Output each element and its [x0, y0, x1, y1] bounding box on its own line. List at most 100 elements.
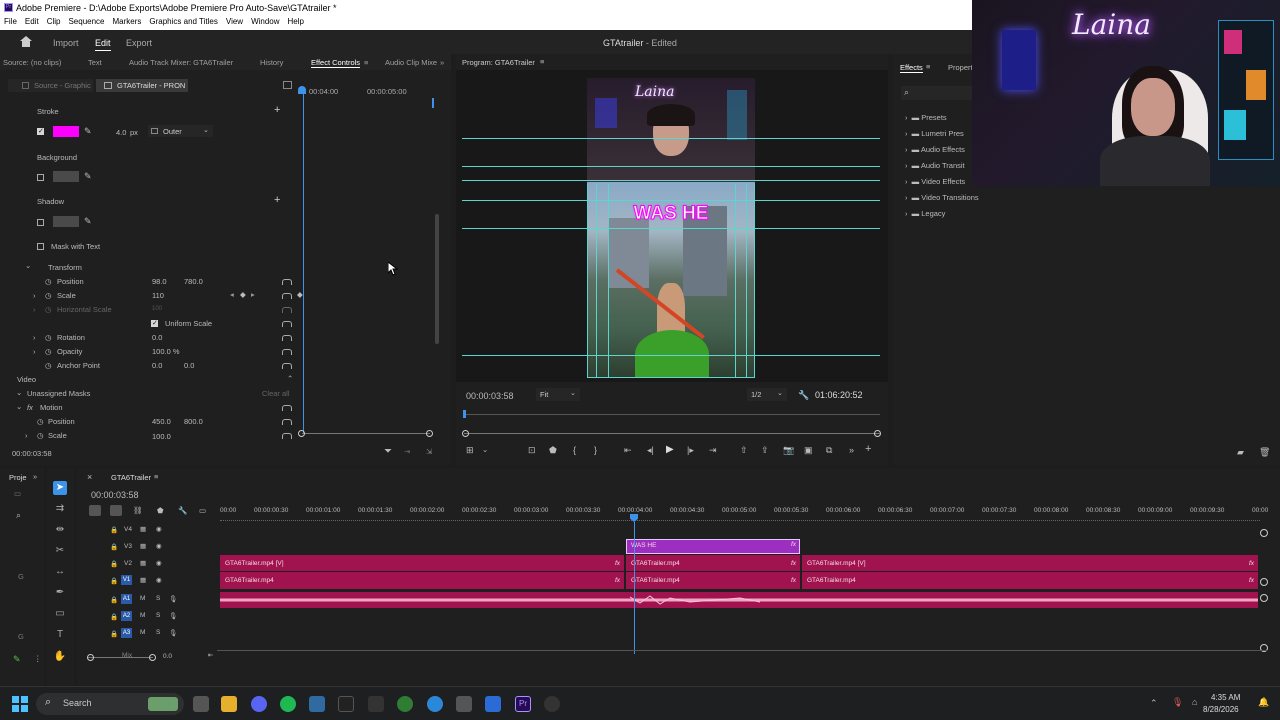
track-a2[interactable]: A2	[121, 611, 132, 621]
eyedropper-icon[interactable]: ✎	[84, 171, 92, 182]
reset-icon[interactable]	[282, 279, 292, 285]
app-icon[interactable]	[485, 696, 501, 712]
zoom-handle-right[interactable]	[149, 654, 156, 661]
chevron-right-icon[interactable]: »	[33, 472, 37, 481]
app-icon[interactable]	[544, 696, 560, 712]
solo-icon[interactable]: S	[156, 629, 160, 636]
zoom-handle-left[interactable]	[462, 430, 469, 437]
background-color-swatch[interactable]	[53, 171, 79, 182]
add-button-icon[interactable]: +	[865, 443, 871, 455]
step-back-icon[interactable]: ◂|	[647, 445, 654, 456]
discord-icon[interactable]	[251, 696, 267, 712]
menu-icon[interactable]: ≡	[926, 62, 930, 71]
anchor-x[interactable]: 0.0	[152, 361, 162, 370]
steam-icon[interactable]	[309, 696, 325, 712]
app-icon[interactable]	[368, 696, 384, 712]
clock-date[interactable]: 8/28/2026	[1203, 705, 1239, 714]
mute-icon[interactable]: M	[140, 612, 145, 619]
chevron-down-icon[interactable]: ⌄	[16, 388, 22, 397]
new-bin-icon[interactable]: ▰	[1237, 447, 1244, 458]
add-marker-icon[interactable]: ⬟	[549, 445, 557, 456]
tab-source[interactable]: Source: (no clips)	[3, 58, 61, 67]
stopwatch-icon[interactable]: ◷	[37, 417, 44, 426]
notification-icon[interactable]: 🔔	[1258, 697, 1269, 708]
trash-icon[interactable]: 🗑	[1259, 447, 1270, 458]
video-clip-v2-mid[interactable]: GTA6Trailer.mp4 fx	[626, 555, 800, 571]
spotify-icon[interactable]	[280, 696, 296, 712]
mic-icon[interactable]: 🎙	[1172, 697, 1183, 708]
add-stroke-icon[interactable]: +	[274, 104, 280, 116]
reset-icon[interactable]	[282, 419, 292, 425]
keyframe-prev-icon[interactable]: ◂	[230, 290, 234, 299]
chevron-right-icon[interactable]: ›	[25, 431, 28, 440]
chevron-down-icon[interactable]: ⌄	[25, 261, 31, 270]
effects-item[interactable]: › ▬ Video Effects	[905, 177, 965, 186]
linked-icon[interactable]: ⛓	[133, 506, 143, 515]
zoom-handle-left[interactable]	[87, 654, 94, 661]
go-to-out-icon[interactable]: ⇥	[709, 445, 717, 456]
menu-graphics-titles[interactable]: Graphics and Titles	[149, 16, 217, 30]
shadow-checkbox[interactable]	[37, 219, 44, 226]
lock-icon[interactable]: 🔒	[110, 613, 118, 621]
timeline-ruler[interactable]: 00:00 00:00:00:30 00:00:01:00 00:00:01:3…	[220, 506, 1270, 522]
menu-sequence[interactable]: Sequence	[68, 16, 104, 30]
menu-help[interactable]: Help	[288, 16, 304, 30]
video-clip-v1[interactable]: GTA6Trailer.mp4 fx	[220, 572, 624, 589]
reset-icon[interactable]	[282, 405, 292, 411]
stopwatch-icon[interactable]: ◷	[45, 291, 52, 300]
chevron-up-icon[interactable]: ⌃	[1150, 698, 1158, 709]
v-scroll-handle[interactable]	[1260, 529, 1268, 537]
stopwatch-icon[interactable]: ◷	[45, 333, 52, 342]
shadow-color-swatch[interactable]	[53, 216, 79, 227]
mix-toggle-icon[interactable]: ⇤	[208, 651, 213, 659]
keyframe-diamond-icon[interactable]: ◆	[297, 290, 303, 299]
eye-icon[interactable]: ◉	[156, 576, 162, 584]
task-view-icon[interactable]	[193, 696, 209, 712]
reset-icon[interactable]	[282, 433, 292, 439]
track-v1[interactable]: V1	[121, 575, 132, 585]
tab-text[interactable]: Text	[88, 58, 102, 67]
eyedropper-icon[interactable]: ✎	[84, 216, 92, 227]
menu-markers[interactable]: Markers	[113, 16, 142, 30]
lock-icon[interactable]: 🔒	[110, 543, 118, 551]
lift-icon[interactable]: ⇧	[740, 445, 748, 456]
lock-icon[interactable]: 🔒	[110, 577, 118, 585]
chevron-down-icon[interactable]: ⌄	[16, 402, 22, 411]
chevron-up-icon[interactable]: ⌃	[287, 374, 293, 383]
menu-edit[interactable]: Edit	[25, 16, 39, 30]
stroke-position-select[interactable]: Outer ⌄	[148, 125, 213, 137]
type-icon[interactable]: T	[53, 628, 67, 642]
reset-icon[interactable]	[282, 321, 292, 327]
stopwatch-icon[interactable]: ◷	[45, 361, 52, 370]
play-icon[interactable]: ▶	[666, 444, 674, 455]
menu-icon[interactable]: ≡	[364, 58, 368, 67]
menu-view[interactable]: View	[226, 16, 243, 30]
program-ruler[interactable]	[464, 414, 880, 415]
uniform-scale-checkbox[interactable]	[151, 319, 158, 327]
program-playhead[interactable]	[463, 410, 466, 418]
reset-icon[interactable]	[282, 335, 292, 341]
stopwatch-icon[interactable]: ◷	[37, 431, 44, 440]
video-clip-v1-mid[interactable]: GTA6Trailer.mp4 fx	[626, 572, 800, 589]
eye-icon[interactable]: ◉	[156, 542, 162, 550]
opacity-value[interactable]: 100.0 %	[152, 347, 180, 356]
add-shadow-icon[interactable]: +	[274, 194, 280, 206]
wrench-icon[interactable]: 🔧	[798, 390, 809, 401]
go-to-in-icon[interactable]: ⇤	[624, 445, 632, 456]
extract-icon[interactable]: ⇪	[761, 445, 769, 456]
lock-icon[interactable]: 🔒	[110, 630, 118, 638]
chevron-right-icon[interactable]: ›	[33, 347, 36, 356]
menu-icon[interactable]: ≡	[540, 57, 544, 66]
export-frame-icon[interactable]: ⇥	[404, 447, 410, 456]
fit-select[interactable]: Fit ⌄	[536, 388, 580, 401]
video-clip-v1-end[interactable]: GTA6Trailer.mp4 fx	[802, 572, 1258, 589]
project-tab[interactable]: Proje	[9, 473, 27, 482]
menu-icon[interactable]: ⋮	[34, 654, 42, 663]
lock-icon[interactable]: 🔒	[110, 596, 118, 604]
chrome-icon[interactable]	[397, 696, 413, 712]
rectangle-icon[interactable]: ▭	[53, 607, 67, 621]
a-scroll-handle[interactable]	[1260, 594, 1268, 602]
video-clip-v2[interactable]: GTA6Trailer.mp4 [V] fx	[220, 555, 624, 571]
program-zoom-bar[interactable]	[464, 433, 880, 434]
panel-toggle-icon[interactable]	[283, 81, 292, 89]
